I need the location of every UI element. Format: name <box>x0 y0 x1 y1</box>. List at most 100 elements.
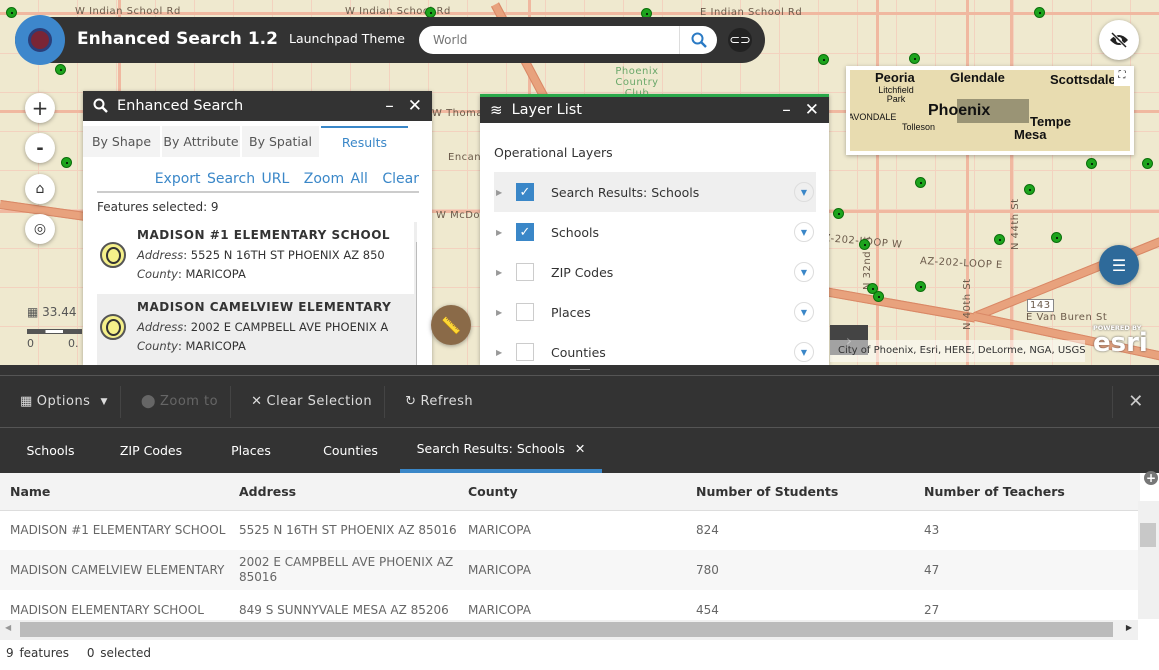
clear-selection-button[interactable]: ✕ Clear Selection <box>231 385 386 418</box>
school-point[interactable] <box>1142 158 1153 169</box>
measure-button[interactable]: 📏 <box>431 305 471 345</box>
school-point[interactable] <box>994 234 1005 245</box>
home-button[interactable]: ⌂ <box>25 174 55 204</box>
scrollbar-thumb[interactable] <box>20 622 1113 637</box>
minimize-button[interactable]: – <box>385 96 394 116</box>
layer-menu-button[interactable]: ▼ <box>794 302 814 322</box>
result-item[interactable]: MADISON #1 ELEMENTARY SCHOOL Address: 55… <box>97 222 417 294</box>
table-row[interactable]: MADISON #1 ELEMENTARY SCHOOL 5525 N 16TH… <box>0 510 1140 550</box>
column-header[interactable]: Address <box>229 473 458 511</box>
school-point[interactable] <box>1051 232 1062 243</box>
export-search-url-link[interactable]: Export Search URL <box>155 171 290 187</box>
school-point[interactable] <box>915 281 926 292</box>
search-icon <box>691 32 707 48</box>
options-button[interactable]: ▦ Options ▼ <box>0 385 121 418</box>
minimize-button[interactable]: – <box>782 100 791 120</box>
school-point[interactable] <box>1034 7 1045 18</box>
school-point[interactable] <box>818 54 829 65</box>
cell-teachers: 43 <box>924 522 940 537</box>
tab-by-shape[interactable]: By Shape <box>83 126 160 157</box>
close-button[interactable]: ✕ <box>805 100 819 120</box>
school-point[interactable] <box>1086 158 1097 169</box>
scrollbar-thumb[interactable] <box>416 242 417 365</box>
scrollbar-thumb[interactable] <box>1140 523 1156 547</box>
tab-by-spatial[interactable]: By Spatial <box>242 126 319 157</box>
table-horizontal-scrollbar[interactable]: ◀ ▶ <box>0 620 1138 640</box>
tab-counties[interactable]: Counties <box>301 428 400 473</box>
overview-label: Peoria <box>875 70 915 85</box>
column-chooser-button[interactable]: + <box>1144 471 1158 485</box>
table-vertical-scrollbar[interactable] <box>1138 501 1159 619</box>
layer-row[interactable]: ▶ Places ▼ <box>494 292 816 332</box>
clear-link[interactable]: Clear <box>382 171 419 187</box>
school-point[interactable] <box>61 157 72 168</box>
expand-icon[interactable]: ▶ <box>494 348 514 357</box>
close-table-button[interactable]: ✕ <box>1112 385 1159 418</box>
tab-search-results-schools[interactable]: Search Results: Schools ✕ <box>400 428 602 473</box>
search-button[interactable] <box>679 26 717 54</box>
school-point[interactable] <box>909 53 920 64</box>
selected-count: 0 selected <box>86 646 151 660</box>
refresh-button[interactable]: ↻ Refresh <box>385 386 485 418</box>
column-header[interactable]: Number of Teachers <box>914 473 1140 511</box>
refresh-icon: ↻ <box>405 394 417 409</box>
school-point[interactable] <box>55 64 66 75</box>
expand-icon[interactable]: ▶ <box>494 268 514 277</box>
zoom-to-button[interactable]: ⬤ Zoom to <box>121 385 232 418</box>
layer-row[interactable]: ▶ ✓ Search Results: Schools ▼ <box>494 172 816 212</box>
layer-menu-button[interactable]: ▼ <box>794 342 814 362</box>
layer-checkbox[interactable] <box>516 303 534 321</box>
expand-icon[interactable]: ⛶ <box>1114 70 1130 86</box>
layer-menu-button[interactable]: ▼ <box>794 262 814 282</box>
tab-by-attribute[interactable]: By Attribute <box>162 126 240 157</box>
school-point[interactable] <box>1024 184 1035 195</box>
layer-row[interactable]: ▶ ZIP Codes ▼ <box>494 252 816 292</box>
school-point[interactable] <box>915 177 926 188</box>
layer-checkbox[interactable] <box>516 263 534 281</box>
tab-results[interactable]: Results <box>321 126 408 157</box>
result-county: MARICOPA <box>185 339 246 353</box>
tab-places[interactable]: Places <box>201 428 301 473</box>
layer-menu-button[interactable]: ▼ <box>794 222 814 242</box>
layer-checkbox[interactable]: ✓ <box>516 183 534 201</box>
expand-icon[interactable]: ▶ <box>494 188 514 197</box>
overview-map[interactable]: Peoria Glendale Scottsdale Litchfield Pa… <box>846 66 1134 155</box>
toggle-visibility-button[interactable] <box>1099 20 1139 60</box>
table-row[interactable]: MADISON CAMELVIEW ELEMENTARY 2002 E CAMP… <box>0 550 1140 590</box>
road-label: N 40th St <box>962 278 973 330</box>
attribute-table-button[interactable]: ☰ <box>1099 245 1139 285</box>
cell-name: MADISON #1 ELEMENTARY SCHOOL <box>10 522 226 537</box>
locate-button[interactable]: ◎ <box>25 214 55 244</box>
expand-icon[interactable]: ▶ <box>494 228 514 237</box>
features-selected: Features selected: 9 <box>97 200 219 214</box>
layer-row[interactable]: ▶ ✓ Schools ▼ <box>494 212 816 252</box>
search-input[interactable] <box>433 33 679 47</box>
results-scrollbar[interactable]: ▲ <box>414 222 417 365</box>
layer-menu-button[interactable]: ▼ <box>794 182 814 202</box>
layer-row[interactable]: ▶ Counties ▼ <box>494 332 816 365</box>
expand-icon[interactable]: ▶ <box>494 308 514 317</box>
layer-checkbox[interactable] <box>516 343 534 361</box>
close-button[interactable]: ✕ <box>408 96 422 116</box>
tab-schools[interactable]: Schools <box>0 428 101 473</box>
zoom-in-button[interactable]: + <box>25 93 55 123</box>
share-link-button[interactable]: ⊂⊃ <box>728 28 752 52</box>
field-label: County <box>137 267 178 281</box>
close-tab-icon[interactable]: ✕ <box>575 441 585 456</box>
school-point[interactable] <box>873 291 884 302</box>
zoom-all-link[interactable]: Zoom All <box>304 171 368 187</box>
school-point[interactable] <box>833 208 844 219</box>
table-header-row: Name Address County Number of Students N… <box>0 473 1140 511</box>
tab-zip-codes[interactable]: ZIP Codes <box>101 428 201 473</box>
column-header[interactable]: Name <box>0 473 229 511</box>
zoom-out-button[interactable]: - <box>25 133 55 163</box>
layer-checkbox[interactable]: ✓ <box>516 223 534 241</box>
school-point[interactable] <box>859 239 870 250</box>
resize-handle[interactable] <box>0 365 1159 375</box>
result-item[interactable]: MADISON CAMELVIEW ELEMENTARY Address: 20… <box>97 294 417 365</box>
column-header[interactable]: Number of Students <box>686 473 914 511</box>
column-header[interactable]: County <box>458 473 686 511</box>
app-logo[interactable] <box>15 15 65 65</box>
road-label: N 44th St <box>1010 198 1021 250</box>
school-point[interactable] <box>6 7 17 18</box>
